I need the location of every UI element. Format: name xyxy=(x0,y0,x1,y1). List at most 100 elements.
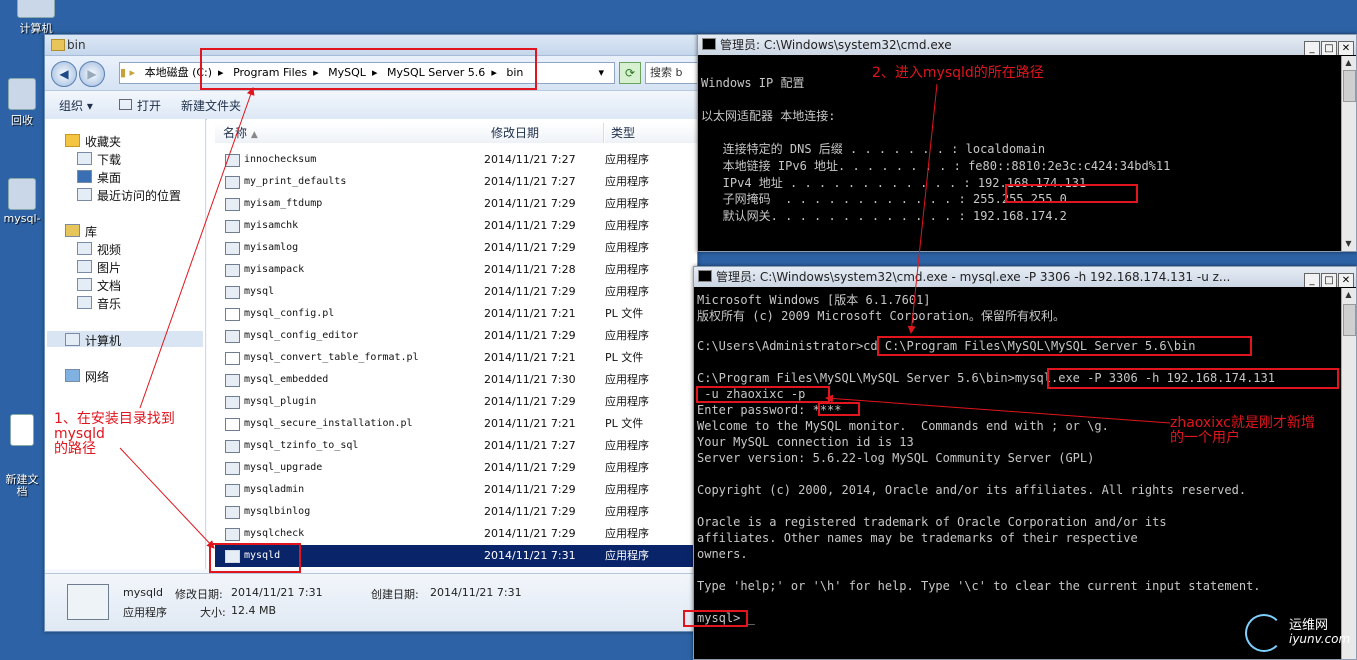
recycle-bin-icon xyxy=(8,78,36,110)
scroll-up-icon[interactable]: ▲ xyxy=(1343,289,1354,301)
highlight-cd-command xyxy=(877,336,1252,356)
column-header-type[interactable]: 类型 xyxy=(605,123,697,143)
desktop-icon-new-document[interactable]: 新建文 档 xyxy=(0,388,44,511)
folder-icon: ▮ ▸ xyxy=(120,66,136,79)
nav-pictures[interactable]: 图片 xyxy=(77,259,121,276)
file-row[interactable]: mysql_config_editor 2014/11/21 7:29 应用程序 xyxy=(215,325,693,347)
application-icon xyxy=(225,330,240,343)
new-folder-button[interactable]: 新建文件夹 xyxy=(181,97,241,114)
nav-libraries[interactable]: 库 xyxy=(65,223,97,240)
highlight-address-path xyxy=(200,48,537,90)
maximize-button[interactable]: □ xyxy=(1321,41,1337,55)
nav-videos[interactable]: 视频 xyxy=(77,241,121,258)
file-date: 2014/11/21 7:31 xyxy=(484,549,576,562)
file-name: mysql xyxy=(244,286,275,297)
close-button[interactable]: ✕ xyxy=(1338,41,1354,55)
maximize-button[interactable]: □ xyxy=(1321,273,1337,287)
file-row[interactable]: mysql 2014/11/21 7:29 应用程序 xyxy=(215,281,693,303)
vertical-scrollbar[interactable]: ▲ ▼ xyxy=(1341,56,1356,251)
file-row[interactable]: mysql_embedded 2014/11/21 7:30 应用程序 xyxy=(215,369,693,391)
desktop-icon-mysql[interactable]: mysql- xyxy=(0,178,44,225)
desktop-icon-label: 回收 xyxy=(11,114,33,127)
file-date: 2014/11/21 7:29 xyxy=(484,461,576,474)
scroll-thumb[interactable] xyxy=(1343,304,1356,336)
refresh-button[interactable]: ⟳ xyxy=(619,62,641,84)
vertical-scrollbar[interactable]: ▲ xyxy=(1341,288,1356,659)
network-icon xyxy=(65,369,80,382)
file-type: 应用程序 xyxy=(605,439,649,452)
nav-music[interactable]: 音乐 xyxy=(77,295,121,312)
watermark-logo: 运维网 iyunv.com xyxy=(1241,612,1351,652)
close-button[interactable]: ✕ xyxy=(1338,273,1354,287)
highlight-ipv4 xyxy=(1005,184,1138,203)
file-row[interactable]: myisam_ftdump 2014/11/21 7:29 应用程序 xyxy=(215,193,693,215)
scroll-thumb[interactable] xyxy=(1343,70,1356,102)
search-input[interactable]: 搜索 b xyxy=(645,62,697,84)
cmd-titlebar[interactable]: 管理员: C:\Windows\system32\cmd.exe - mysql… xyxy=(694,267,1356,287)
application-icon xyxy=(119,99,132,110)
nav-desktop[interactable]: 桌面 xyxy=(77,169,121,186)
file-date: 2014/11/21 7:29 xyxy=(484,483,576,496)
file-type: 应用程序 xyxy=(605,263,649,276)
file-row[interactable]: mysql_config.pl 2014/11/21 7:21 PL 文件 xyxy=(215,303,693,325)
nav-documents[interactable]: 文档 xyxy=(77,277,121,294)
file-row[interactable]: mysql_tzinfo_to_sql 2014/11/21 7:27 应用程序 xyxy=(215,435,693,457)
file-type: 应用程序 xyxy=(605,461,649,474)
chevron-down-icon[interactable]: ▾ xyxy=(598,63,604,83)
command-bar: 组织 ▾ 打开 新建文件夹 xyxy=(45,91,697,120)
file-row[interactable]: myisampack 2014/11/21 7:28 应用程序 xyxy=(215,259,693,281)
file-row[interactable]: mysql_secure_installation.pl 2014/11/21 7… xyxy=(215,413,693,435)
file-row[interactable]: myisamlog 2014/11/21 7:29 应用程序 xyxy=(215,237,693,259)
application-icon xyxy=(225,198,240,211)
nav-favorites[interactable]: 收藏夹 xyxy=(65,133,121,150)
nav-recent[interactable]: 最近访问的位置 xyxy=(77,187,181,204)
desktop-icon-recycle-bin[interactable]: 回收 xyxy=(0,78,44,128)
console-icon xyxy=(698,270,712,282)
forward-button[interactable]: ▶ xyxy=(79,61,105,87)
open-button[interactable]: 打开 xyxy=(119,97,161,114)
console-output[interactable]: Windows IP 配置 以太网适配器 本地连接: 连接特定的 DNS 后缀 .… xyxy=(698,56,1342,251)
minimize-button[interactable]: _ xyxy=(1304,273,1320,287)
file-type: 应用程序 xyxy=(605,175,649,188)
nav-computer[interactable]: 计算机 xyxy=(65,332,121,349)
nav-network[interactable]: 网络 xyxy=(65,368,109,385)
scroll-up-icon[interactable]: ▲ xyxy=(1343,57,1354,69)
minimize-button[interactable]: _ xyxy=(1304,41,1320,55)
application-icon xyxy=(225,396,240,409)
cmd-titlebar[interactable]: 管理员: C:\Windows\system32\cmd.exe _ □ ✕ xyxy=(698,35,1356,55)
file-row[interactable]: mysql_convert_table_format.pl 2014/11/21 … xyxy=(215,347,693,369)
console-line: Copyright (c) 2000, 2014, Oracle and/or … xyxy=(697,483,1247,497)
file-row[interactable]: myisamchk 2014/11/21 7:29 应用程序 xyxy=(215,215,693,237)
column-header-name[interactable]: 名称 ▲ xyxy=(215,123,486,143)
file-name: my_print_defaults xyxy=(244,176,347,187)
nav-label: 音乐 xyxy=(97,297,122,311)
file-row[interactable]: mysqlbinlog 2014/11/21 7:29 应用程序 xyxy=(215,501,693,523)
file-type: PL 文件 xyxy=(605,307,644,320)
details-file-name: mysqld xyxy=(123,586,163,599)
file-row[interactable]: innochecksum 2014/11/21 7:27 应用程序 xyxy=(215,149,693,171)
explorer-window: bin ◀ ▶ ▮ ▸ 本地磁盘 (C:) ▸ Program Files ▸ My… xyxy=(44,34,698,632)
file-row[interactable]: mysql_upgrade 2014/11/21 7:29 应用程序 xyxy=(215,457,693,479)
application-icon xyxy=(225,264,240,277)
file-date: 2014/11/21 7:29 xyxy=(484,395,576,408)
file-row[interactable]: my_print_defaults 2014/11/21 7:27 应用程序 xyxy=(215,171,693,193)
file-date: 2014/11/21 7:27 xyxy=(484,439,576,452)
organize-button[interactable]: 组织 ▾ xyxy=(59,97,93,114)
column-header-date[interactable]: 修改日期 xyxy=(485,123,604,143)
file-name: myisam_ftdump xyxy=(244,198,323,209)
nav-downloads[interactable]: 下载 xyxy=(77,151,121,168)
file-row[interactable]: mysqlcheck 2014/11/21 7:29 应用程序 xyxy=(215,523,693,545)
scroll-down-icon[interactable]: ▼ xyxy=(1343,238,1354,250)
file-row[interactable]: mysql_plugin 2014/11/21 7:29 应用程序 xyxy=(215,391,693,413)
script-file-icon xyxy=(225,418,240,431)
file-date: 2014/11/21 7:27 xyxy=(484,175,576,188)
open-button-label: 打开 xyxy=(137,99,162,113)
file-row[interactable]: mysqladmin 2014/11/21 7:29 应用程序 xyxy=(215,479,693,501)
file-type: 应用程序 xyxy=(605,373,649,386)
desktop-icon-computer[interactable]: 计算机 xyxy=(6,0,66,36)
application-icon xyxy=(225,484,240,497)
column-label: 修改日期 xyxy=(491,126,540,140)
file-name: mysql_config.pl xyxy=(244,308,335,319)
nav-label: 图片 xyxy=(97,261,122,275)
back-button[interactable]: ◀ xyxy=(51,61,77,87)
